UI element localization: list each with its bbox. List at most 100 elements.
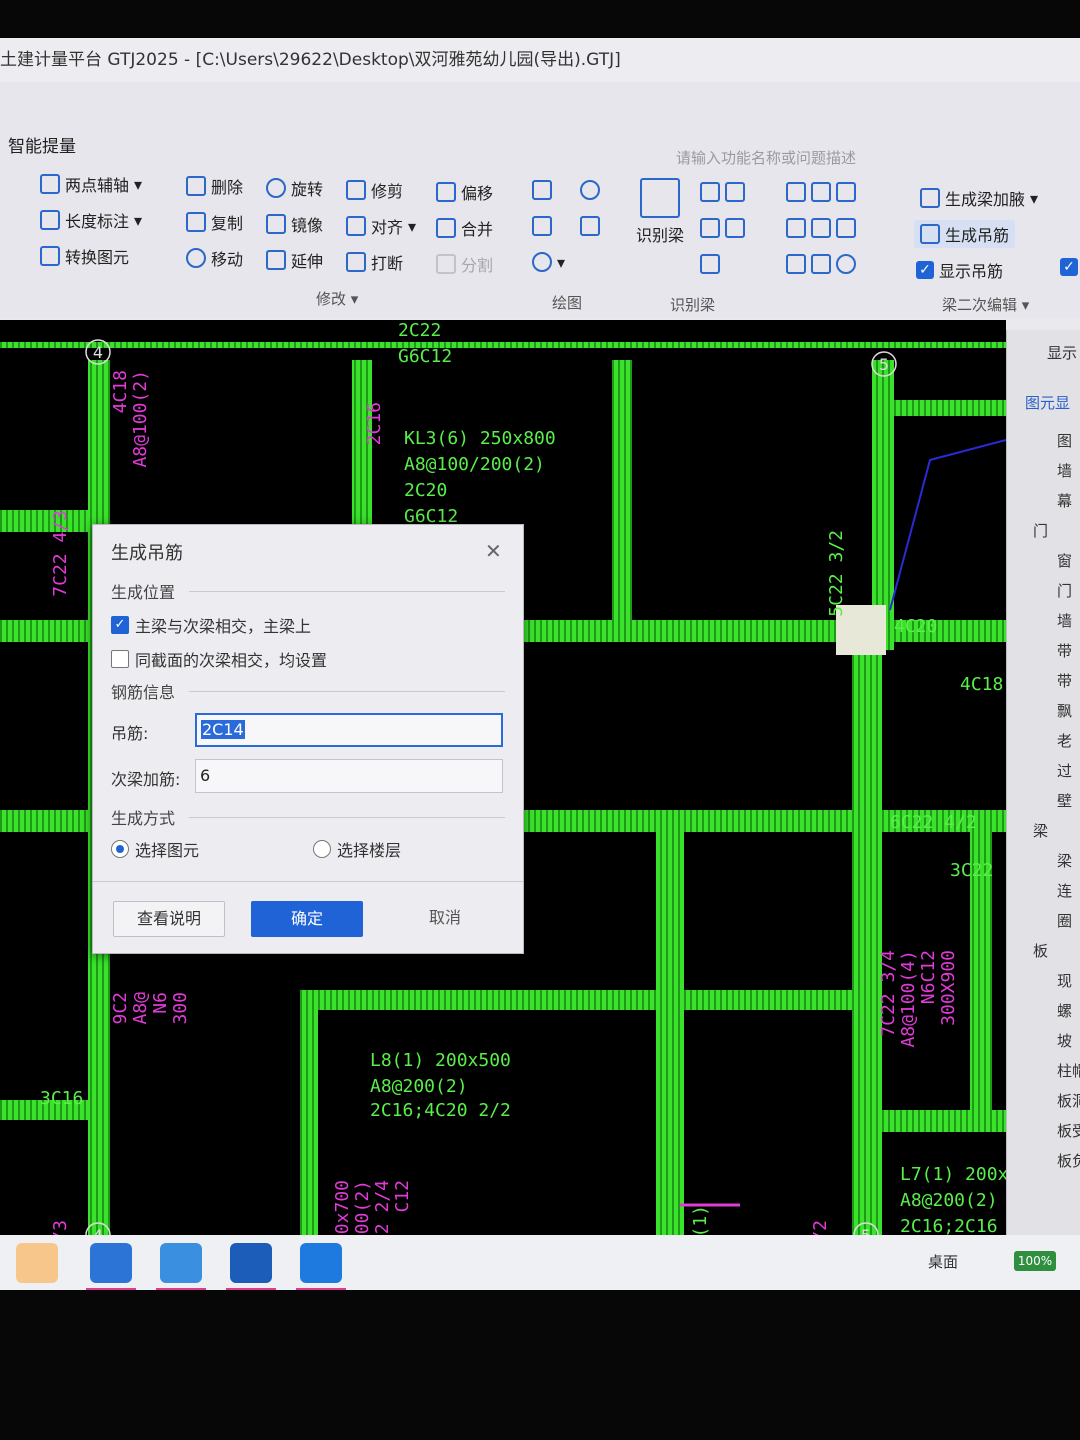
tab-smart-quantity[interactable]: 智能提量 [8,132,76,157]
extra-checkbox[interactable]: ✓ [1060,258,1078,276]
extend-button[interactable]: 延伸 [266,248,323,272]
rotate-icon [266,178,286,198]
mirror-button[interactable]: 镜像 [266,212,323,236]
drawing-label: 4C18 [110,370,131,413]
panel-tree-item[interactable]: 带 [1057,640,1072,661]
radio-selected-icon [111,840,129,858]
axis-number: 4 [93,343,103,362]
beam-tool-icon [700,182,720,202]
edit-tool-icon [786,254,806,274]
panel-tree-item[interactable]: 梁 [1057,850,1072,871]
show-hanger-checkbox[interactable]: ✓ 显示吊筋 [916,258,1003,282]
beam-edit-group-label[interactable]: 梁二次编辑 ▾ [942,294,1029,315]
function-search-input[interactable]: 请输入功能名称或问题描述 [676,144,926,172]
panel-tree-item[interactable]: 螺 [1057,1000,1072,1021]
beam-tool-1[interactable] [700,182,745,202]
drawing-label: 2C16;2C16 [900,1216,998,1235]
selection-line [889,439,1006,611]
offset-icon [436,182,456,202]
option-same-section-intersect[interactable]: 同截面的次梁相交，均设置 [111,647,327,671]
cancel-button[interactable]: 取消 [389,901,501,937]
radio-select-floors[interactable]: 选择楼层 [313,837,401,861]
gen-hanger-button[interactable]: 生成吊筋 [914,220,1016,248]
window-title: 土建计量平台 GTJ2025 - [C:\Users\29622\Desktop… [0,38,1080,82]
panel-tree-item[interactable]: 连 [1057,880,1072,901]
panel-tree-item[interactable]: 过 [1057,760,1072,781]
drawing-label: 2C16 [364,402,385,445]
panel-tree-item[interactable]: 壁 [1057,790,1072,811]
identify-beam-button[interactable]: 识别梁 [636,178,684,246]
beam-tool-3[interactable] [700,254,720,274]
align-icon [346,216,366,236]
folder-app-icon[interactable] [156,1243,206,1290]
modify-group-label[interactable]: 修改 ▾ [316,288,358,309]
draw-rect-tool[interactable] [580,216,600,236]
beam-edit-tools-2[interactable] [786,218,856,238]
drawing-label: A8@200(2) [370,1076,468,1097]
notes-app-icon[interactable] [86,1243,136,1290]
view-help-button[interactable]: 查看说明 [113,901,225,937]
panel-tree-item[interactable]: 飘 [1057,700,1072,721]
option-main-secondary-intersect[interactable]: ✓ 主梁与次梁相交，主梁上 [111,613,311,637]
panel-tree-item[interactable]: 圈 [1057,910,1072,931]
show-desktop-button[interactable]: 桌面 [928,1251,958,1272]
drawing-label: A8@100(2) [130,370,151,468]
hanger-input[interactable]: 2C14 [195,713,503,747]
gen-haunch-button[interactable]: 生成梁加腋 ▾ [920,186,1038,210]
haunch-icon [920,188,940,208]
draw-line-tool[interactable] [532,216,552,236]
gtj-app-icon[interactable] [296,1243,346,1290]
drawing-label: 2C16;4C20 2/2 [370,1100,511,1121]
panel-tree-item[interactable]: 梁 [1033,820,1048,841]
beam-edit-tools-1[interactable] [786,182,856,202]
break-button[interactable]: 打断 [346,250,403,274]
draw-arc-tool[interactable]: ▾ [532,252,565,272]
copy-button[interactable]: 复制 [186,210,243,234]
beam-tool-2[interactable] [700,218,745,238]
panel-tree-item[interactable]: 板 [1033,940,1048,961]
secondary-stirrup-label: 次梁加筋: [111,770,181,789]
cad-app-icon[interactable] [226,1243,276,1290]
merge-button[interactable]: 合并 [436,216,493,240]
panel-tree-item[interactable]: 板受 [1057,1120,1080,1141]
panel-title: 显示 [1047,344,1078,362]
beam-edit-tools-3[interactable] [786,254,856,274]
panel-tree-item[interactable]: 板负 [1057,1150,1080,1171]
move-button[interactable]: 移动 [186,246,243,270]
ribbon-toolbar: 请输入功能名称或问题描述 智能提量 两点辅轴 ▾ 长度标注 ▾ 转换图元 删除 复制… [0,82,1080,318]
close-icon[interactable]: ✕ [485,539,502,563]
panel-tree-item[interactable]: 门 [1057,580,1072,601]
align-button[interactable]: 对齐 ▾ [346,214,416,238]
panel-tree-item[interactable]: 带 [1057,670,1072,691]
rotate-button[interactable]: 旋转 [266,176,323,200]
trash-icon [186,176,206,196]
panel-tree-item[interactable]: 图 [1057,430,1072,451]
panel-tree-item[interactable]: 门 [1033,520,1048,541]
panel-tab[interactable]: 图元显 [1025,392,1070,413]
point-icon [532,180,552,200]
secondary-stirrup-input[interactable]: 6 [195,759,503,793]
convert-element-button[interactable]: 转换图元 [40,244,129,268]
edit-tool-icon [786,182,806,202]
panel-tree-item[interactable]: 幕 [1057,490,1072,511]
draw-clock-tool[interactable] [580,180,600,200]
hanger-icon [920,224,940,244]
panel-tree-item[interactable]: 墙 [1057,610,1072,631]
panel-tree-item[interactable]: 墙 [1057,460,1072,481]
two-point-axis-button[interactable]: 两点辅轴 ▾ [40,172,142,196]
delete-button[interactable]: 删除 [186,174,243,198]
panel-tree-item[interactable]: 柱帽 [1057,1060,1080,1081]
panel-tree-item[interactable]: 板洞 [1057,1090,1080,1111]
panel-tree-item[interactable]: 老 [1057,730,1072,751]
wechat-app-icon[interactable] [16,1243,58,1283]
radio-select-elements[interactable]: 选择图元 [111,837,199,861]
split-button[interactable]: 分割 [436,252,493,276]
panel-tree-item[interactable]: 坡 [1057,1030,1072,1051]
dimension-button[interactable]: 长度标注 ▾ [40,208,142,232]
panel-tree-item[interactable]: 窗 [1057,550,1072,571]
offset-button[interactable]: 偏移 [436,180,493,204]
draw-point-tool[interactable] [532,180,552,200]
panel-tree-item[interactable]: 现 [1057,970,1072,991]
trim-button[interactable]: 修剪 [346,178,403,202]
ok-button[interactable]: 确定 [251,901,363,937]
